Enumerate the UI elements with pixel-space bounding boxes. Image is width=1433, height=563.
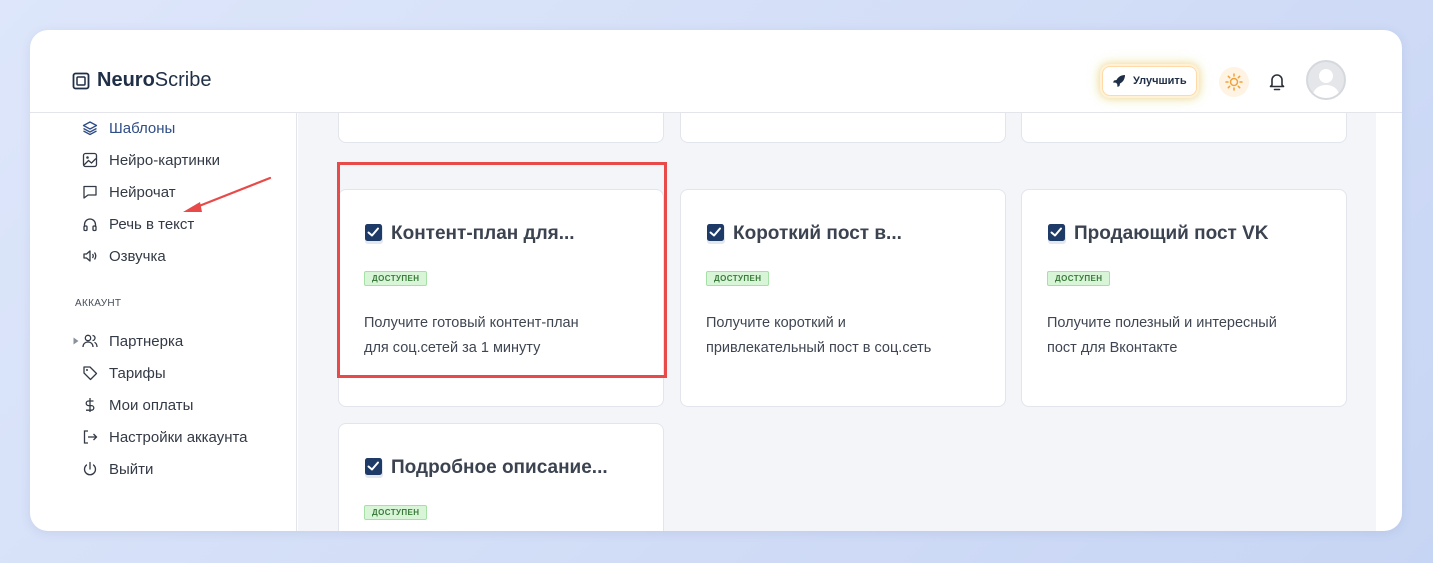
logo-light: Scribe (154, 69, 212, 91)
bell-icon[interactable] (1266, 70, 1288, 92)
checkbox-icon (364, 223, 384, 245)
account-section-label: АККАУНТ (75, 298, 122, 309)
template-card-selling-post-vk[interactable]: Продающий пост VK ДОСТУПЕН Получите поле… (1021, 189, 1347, 407)
sidebar: Шаблоны Нейро-картинки Нейрочат Речь в т… (30, 113, 297, 531)
card-description: Получите короткий и привлекательный пост… (706, 311, 996, 361)
status-badge: ДОСТУПЕН (706, 271, 770, 286)
checkbox-icon (706, 223, 726, 245)
checkbox-icon (1047, 223, 1067, 245)
sidebar-item-partner[interactable]: Партнерка (82, 330, 183, 352)
card-title-text: Подробное описание... (391, 457, 608, 478)
speaker-icon (82, 248, 98, 264)
card-description-line: Получите полезный и интересный (1047, 315, 1277, 331)
sidebar-item-label: Выйти (109, 460, 154, 478)
top-header: Neuro Scribe Улучшить (30, 30, 1402, 113)
status-badge: ДОСТУПЕН (1047, 271, 1111, 286)
logo-bold: Neuro (97, 69, 155, 91)
theme-toggle-button[interactable] (1219, 67, 1249, 97)
image-icon (82, 152, 98, 168)
sidebar-item-label: Нейро-картинки (109, 151, 220, 169)
users-icon (82, 333, 98, 349)
sidebar-item-account-settings[interactable]: Настройки аккаунта (82, 426, 248, 448)
dollar-icon (82, 397, 98, 413)
templates-grid: Контент-план для... ДОСТУПЕН Получите го… (298, 113, 1376, 531)
card-title: Контент-план для... (364, 223, 575, 245)
card-description-line: Получите готовый контент-план (364, 315, 579, 331)
headphones-icon (82, 216, 98, 232)
sidebar-item-logout[interactable]: Выйти (82, 458, 153, 480)
card-description-line: для соц.сетей за 1 минуту (364, 340, 541, 356)
sidebar-item-neurochat[interactable]: Нейрочат (82, 181, 176, 203)
caret-right-icon[interactable] (73, 337, 79, 345)
sidebar-item-label: Озвучка (109, 247, 166, 265)
sidebar-item-label: Нейрочат (109, 183, 176, 201)
card-description-line: Получите короткий и (706, 315, 846, 331)
sidebar-item-label: Речь в текст (109, 215, 195, 233)
sidebar-item-label: Шаблоны (109, 119, 176, 137)
card-title: Продающий пост VK (1047, 223, 1269, 245)
chat-icon (82, 184, 98, 200)
sidebar-item-tariffs[interactable]: Тарифы (82, 362, 166, 384)
power-icon (82, 461, 98, 477)
card-description: Получите полезный и интересный пост для … (1047, 311, 1337, 361)
tag-icon (82, 365, 98, 381)
rocket-icon (1113, 75, 1125, 87)
template-card-partial[interactable] (680, 113, 1006, 143)
template-card-partial[interactable] (338, 113, 664, 143)
template-card-content-plan[interactable]: Контент-план для... ДОСТУПЕН Получите го… (338, 189, 664, 407)
checkbox-icon (364, 457, 384, 479)
app-window: Neuro Scribe Улучшить Шаблоны Нейро-карт… (30, 30, 1402, 531)
card-title-text: Контент-план для... (391, 223, 575, 244)
sidebar-item-neuro-images[interactable]: Нейро-картинки (82, 149, 220, 171)
card-description: Получите готовый контент-план для соц.се… (364, 311, 654, 361)
upgrade-button[interactable]: Улучшить (1102, 66, 1197, 96)
template-card-partial[interactable] (1021, 113, 1347, 143)
sidebar-item-label: Тарифы (109, 364, 166, 382)
user-silhouette-icon (1312, 69, 1340, 98)
template-card-detailed-description[interactable]: Подробное описание... ДОСТУПЕН (338, 423, 664, 531)
sidebar-item-voiceover[interactable]: Озвучка (82, 245, 166, 267)
user-avatar[interactable] (1306, 60, 1346, 100)
sidebar-item-label: Настройки аккаунта (109, 428, 248, 446)
card-title-text: Короткий пост в... (733, 223, 902, 244)
layers-icon (82, 120, 98, 136)
card-title: Подробное описание... (364, 457, 608, 479)
annotation-arrow (183, 176, 272, 212)
document-icon (72, 72, 90, 89)
sun-icon (1225, 73, 1243, 91)
card-title: Короткий пост в... (706, 223, 902, 245)
status-badge: ДОСТУПЕН (364, 505, 428, 520)
status-badge: ДОСТУПЕН (364, 271, 428, 286)
card-description-line: пост для Вконтакте (1047, 340, 1178, 356)
app-logo[interactable]: Neuro Scribe (72, 69, 212, 92)
sidebar-item-templates[interactable]: Шаблоны (82, 117, 175, 139)
sidebar-item-label: Партнерка (109, 332, 184, 350)
card-title-text: Продающий пост VK (1074, 223, 1269, 244)
sidebar-item-speech-to-text[interactable]: Речь в текст (82, 213, 194, 235)
card-description-line: привлекательный пост в соц.сеть (706, 340, 932, 356)
template-card-short-post[interactable]: Короткий пост в... ДОСТУПЕН Получите кор… (680, 189, 1006, 407)
sidebar-item-payments[interactable]: Мои оплаты (82, 394, 193, 416)
upgrade-label: Улучшить (1133, 75, 1187, 87)
logout-arrow-icon (82, 429, 98, 445)
sidebar-item-label: Мои оплаты (109, 396, 194, 414)
